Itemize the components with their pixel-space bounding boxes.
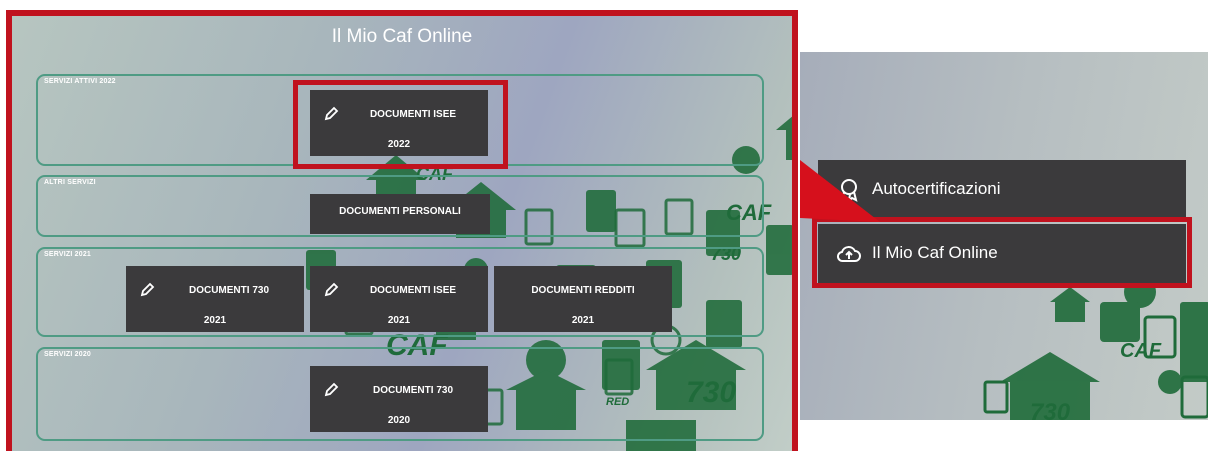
button-year: 2021: [203, 315, 227, 326]
button-title: DOCUMENTI ISEE: [369, 285, 457, 296]
button-year: 2020: [387, 415, 411, 426]
panel-title: Il Mio Caf Online: [331, 26, 473, 47]
button-title: DOCUMENTI 730: [372, 385, 453, 396]
button-title: DOCUMENTI 730: [188, 285, 269, 296]
documenti-isee-2022-button[interactable]: DOCUMENTI ISEE 2022: [310, 90, 488, 156]
menu-item-label: Autocertificazioni: [872, 179, 1001, 198]
button-year: 2021: [571, 315, 595, 326]
section-label: SERVIZI 2021: [44, 251, 92, 258]
cloud-upload-icon: [836, 246, 861, 262]
section-label: SERVIZI 2020: [44, 351, 92, 358]
menu-item-il-mio-caf-online[interactable]: Il Mio Caf Online: [818, 224, 1186, 284]
button-title: DOCUMENTI REDDITI: [531, 285, 635, 296]
button-year: 2021: [387, 315, 411, 326]
documenti-personali-button[interactable]: DOCUMENTI PERSONALI: [310, 194, 490, 234]
menu-item-label: Il Mio Caf Online: [872, 243, 998, 262]
documenti-redditi-2021-button[interactable]: DOCUMENTI REDDITI 2021: [494, 266, 672, 332]
svg-text:730: 730: [1030, 399, 1071, 420]
caf-online-panel: CAF CAF 730 CAF 730 RED Il Mio Caf Onlin…: [6, 10, 798, 451]
button-year: 2022: [387, 139, 411, 150]
section-label: SERVIZI ATTIVI 2022: [44, 78, 116, 85]
button-title: DOCUMENTI ISEE: [369, 109, 457, 120]
sidebar-menu-panel: CAF 730 Autocertificazioni Il Mio Caf On…: [800, 52, 1208, 420]
documenti-isee-2021-button[interactable]: DOCUMENTI ISEE 2021: [310, 266, 488, 332]
documenti-730-2021-button[interactable]: DOCUMENTI 730 2021: [126, 266, 304, 332]
svg-text:CAF: CAF: [1120, 340, 1162, 362]
menu-item-autocertificazioni[interactable]: Autocertificazioni: [818, 160, 1186, 220]
button-title: DOCUMENTI PERSONALI: [339, 206, 461, 217]
section-label: ALTRI SERVIZI: [44, 179, 96, 186]
award-icon: [840, 179, 858, 203]
documenti-730-2020-button[interactable]: DOCUMENTI 730 2020: [310, 366, 488, 432]
